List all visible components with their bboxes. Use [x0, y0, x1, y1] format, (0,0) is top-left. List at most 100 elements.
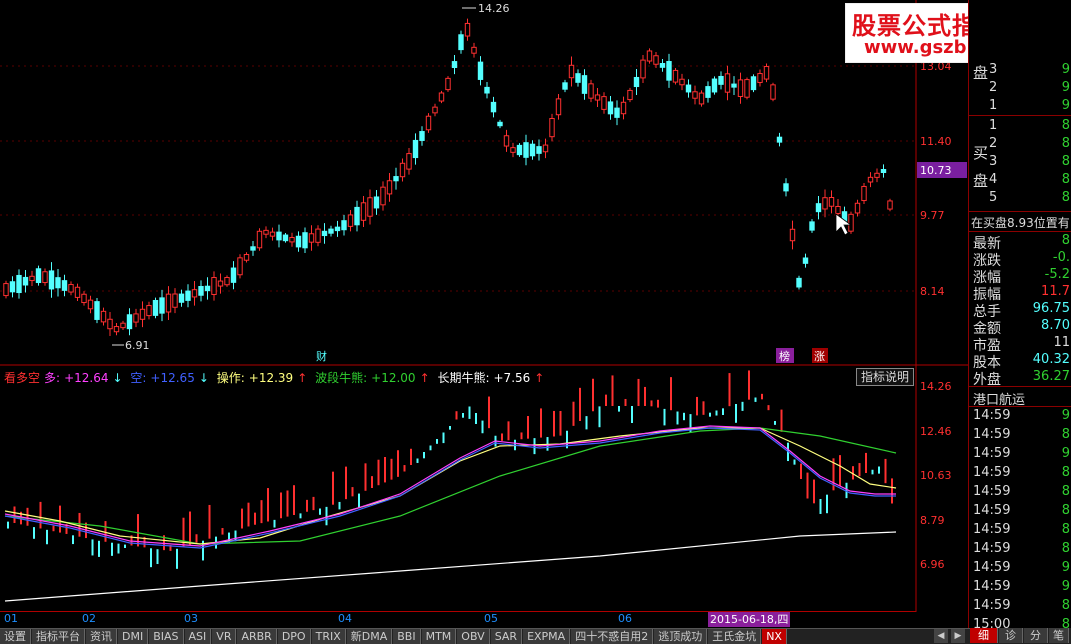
indicator-help-button[interactable]: 指标说明	[856, 368, 914, 386]
tab-arbr[interactable]: ARBR	[237, 629, 277, 644]
candle-body	[35, 268, 42, 284]
stat-value: 36.27	[1032, 369, 1070, 384]
candle-body	[425, 115, 432, 131]
scroll-right-icon[interactable]: ▶	[951, 629, 965, 643]
note-bang: 榜	[779, 349, 790, 363]
candle-body	[471, 46, 477, 54]
candle-body	[497, 121, 503, 127]
tab-trix[interactable]: TRIX	[311, 629, 346, 644]
stat-row: 市盈 11	[969, 335, 1071, 354]
kong-value: +12.65	[150, 371, 195, 385]
candle-body	[880, 168, 887, 174]
candle-body	[555, 98, 562, 116]
candle-body	[451, 61, 458, 69]
tab-obv[interactable]: OBV	[457, 629, 490, 644]
candle-body	[575, 73, 581, 83]
tab-wang-gold[interactable]: 王氏金坑	[708, 629, 762, 644]
ind-axis-label: 14.26	[920, 380, 952, 393]
buy-level: 5	[989, 190, 998, 205]
candle-body	[9, 281, 16, 293]
tick-price: 8	[1061, 465, 1070, 480]
indicator-axis: 14.26 12.46 10.63 8.79 6.96	[920, 380, 952, 571]
op-label: 操作:	[216, 371, 245, 385]
tick-row: 14:59 8	[969, 465, 1071, 482]
tab-dpo[interactable]: DPO	[277, 629, 311, 644]
stats-list: 最新 8 涨跌 -0. 涨幅 -5.2 振幅 11.7 总手 96.75 金额 8.70 市盈 11 股本 4…	[969, 233, 1071, 388]
candle-body	[685, 84, 692, 93]
tab-sar[interactable]: SAR	[490, 629, 523, 644]
tick-price: 8	[1061, 541, 1070, 556]
indicator-chart[interactable]: 14.26 12.46 10.63 8.79 6.96	[0, 366, 968, 612]
tick-row: 14:59 8	[969, 503, 1071, 520]
candle-body	[672, 69, 679, 83]
low-marker: 6.91	[112, 339, 150, 352]
candle-body	[822, 197, 828, 210]
buy-price: 8	[1061, 154, 1070, 169]
candle-body	[646, 50, 653, 62]
candle-body	[640, 59, 646, 79]
tick-price: 9	[1061, 560, 1070, 575]
selected-date: 2015-06-18,四	[708, 612, 791, 627]
candle-body	[393, 176, 399, 182]
tab-escape-top[interactable]: 逃顶成功	[654, 629, 708, 644]
tab-vr[interactable]: VR	[212, 629, 237, 644]
tick-row: 14:59 9	[969, 446, 1071, 463]
ind-axis-label: 6.96	[920, 558, 945, 571]
tab-bbi[interactable]: BBI	[393, 629, 421, 644]
tab-minute[interactable]: 分	[1024, 628, 1048, 643]
candle-body	[562, 82, 568, 90]
op-value: +12.39	[248, 371, 294, 385]
candle-body	[354, 206, 360, 226]
panel-divider	[969, 231, 1071, 232]
tab-bias[interactable]: BIAS	[149, 629, 184, 644]
tab-new-dma[interactable]: 新DMA	[346, 629, 393, 644]
candle-body	[861, 185, 867, 202]
sell-level: 1	[989, 98, 998, 113]
tab-nx[interactable]: NX	[762, 629, 787, 644]
tick-price: 8	[1061, 503, 1070, 518]
tab-trades[interactable]: 笔	[1049, 628, 1069, 643]
candle-body	[347, 214, 354, 227]
tab-expma[interactable]: EXPMA	[523, 629, 571, 644]
tick-price: 8	[1061, 598, 1070, 613]
candlestick-chart[interactable]: 13.04 11.40 10.73 9.77 8.14 14.26 6.91 财…	[0, 0, 968, 366]
tab-diagnose[interactable]: 诊	[999, 628, 1023, 643]
candle-body	[731, 83, 737, 88]
candle-body	[61, 280, 68, 291]
candle-body	[230, 267, 237, 283]
indicator-tabbar: 设置 指标平台 资讯 DMI BIAS ASI VR ARBR DPO TRIX 新DMA BBI MT…	[0, 628, 1071, 644]
candle-body	[386, 180, 393, 195]
candle-body	[848, 213, 854, 232]
tab-mtm[interactable]: MTM	[421, 629, 457, 644]
candle-body	[750, 76, 757, 91]
stat-value: 40.32	[1032, 352, 1070, 367]
candle-body	[120, 322, 126, 329]
x-axis-label: 02	[82, 612, 96, 625]
candle-body	[87, 299, 94, 310]
candle-body	[237, 257, 243, 276]
buy-price: 8	[1061, 118, 1070, 133]
tab-detail[interactable]: 细	[970, 628, 998, 643]
tab-custom-40[interactable]: 四十不惑自用2	[571, 629, 654, 644]
scroll-left-icon[interactable]: ◀	[934, 629, 948, 643]
tick-price: 8	[1061, 484, 1070, 499]
note-zhang: 涨	[814, 350, 825, 363]
stat-value: 11	[1053, 335, 1070, 350]
tab-dmi[interactable]: DMI	[118, 629, 149, 644]
tab-news[interactable]: 资讯	[86, 629, 117, 644]
candle-body	[100, 310, 107, 323]
x-axis-label: 05	[484, 612, 498, 625]
candle-body	[94, 301, 100, 320]
x-axis-label: 01	[4, 612, 18, 625]
candle-body	[594, 94, 601, 101]
tab-indicator-platform[interactable]: 指标平台	[32, 629, 85, 644]
candle-body	[178, 293, 185, 303]
tab-settings[interactable]: 设置	[0, 629, 31, 644]
candle-body	[770, 84, 776, 100]
tab-asi[interactable]: ASI	[184, 629, 212, 644]
indicator-name: 看多空	[4, 371, 41, 385]
candle-body	[263, 229, 269, 235]
candle-body	[802, 257, 809, 264]
candle-body	[653, 55, 659, 65]
candle-body	[224, 277, 230, 286]
